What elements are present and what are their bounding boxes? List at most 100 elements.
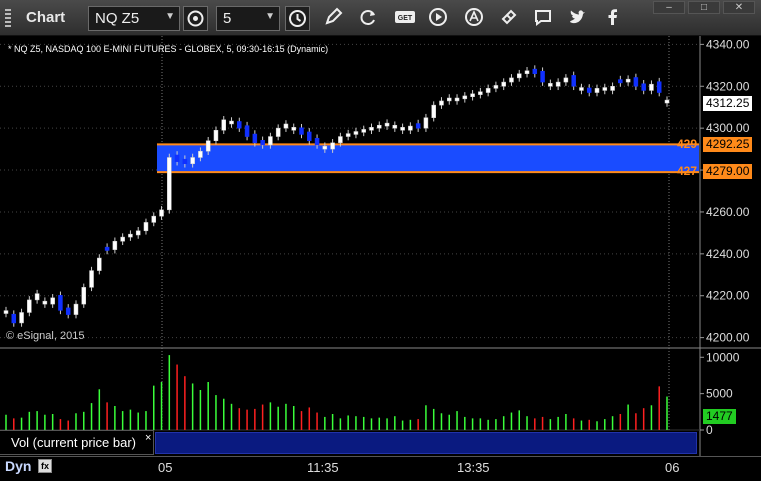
minimize-icon[interactable]: –	[653, 1, 685, 14]
maximize-icon[interactable]: □	[688, 1, 720, 14]
volume-value-tag: 1477	[703, 409, 736, 424]
candle-body	[27, 299, 32, 313]
time-axis-bar[interactable]	[0, 456, 761, 481]
candle-body	[369, 127, 374, 131]
price-tick-label: 4300.00	[706, 121, 750, 135]
dynamic-mode-label[interactable]: Dyn	[5, 458, 31, 474]
candle-body	[120, 236, 125, 242]
candle-body	[159, 209, 164, 217]
candle-body	[415, 123, 421, 129]
window-title[interactable]: Chart	[0, 4, 82, 32]
candle-body	[143, 222, 149, 232]
candle-body	[656, 81, 662, 93]
time-tick: 05	[158, 460, 173, 475]
candle-body	[307, 131, 312, 141]
drag-grip-icon[interactable]	[5, 9, 11, 27]
candle-body	[213, 130, 219, 141]
candle-body	[571, 75, 576, 87]
candle-body	[167, 157, 172, 211]
candle-body	[229, 120, 234, 125]
lock-icon[interactable]: fx	[38, 459, 52, 473]
price-tick-label: 4260.00	[706, 205, 750, 219]
clock-icon[interactable]	[285, 6, 310, 31]
facebook-icon[interactable]	[600, 6, 625, 31]
candle-body	[462, 95, 468, 100]
candle-body	[112, 241, 118, 250]
volume-tick-label: 10000	[706, 350, 740, 364]
price-tick-label: 4240.00	[706, 247, 750, 261]
candle-body	[174, 154, 180, 162]
chevron-down-icon[interactable]: ▼	[165, 11, 175, 22]
candle-body	[532, 68, 538, 74]
band-bottom-left-label: 427	[677, 164, 698, 178]
candle-body	[664, 99, 670, 104]
candle-body	[509, 77, 514, 83]
window-controls: – □ ✕	[653, 0, 757, 16]
window-title-text: Chart	[26, 9, 66, 26]
candle-body	[135, 230, 141, 236]
price-tick-label: 4220.00	[706, 289, 750, 303]
candle-body	[237, 121, 242, 129]
candle-body	[361, 129, 366, 133]
candle-body	[548, 83, 553, 87]
symbol-search-icon[interactable]	[183, 6, 208, 31]
refresh-icon[interactable]	[355, 6, 380, 31]
candle-body	[268, 136, 273, 146]
close-icon[interactable]: ×	[145, 432, 151, 444]
pencil-icon[interactable]	[320, 6, 345, 31]
chart-canvas[interactable]: 4200.004220.004240.004260.004280.004300.…	[0, 36, 761, 481]
volume-scroll-strip[interactable]	[155, 432, 697, 454]
volume-tick-label: 0	[706, 423, 713, 437]
price-tick-label: 4320.00	[706, 79, 750, 93]
candle-body	[501, 81, 506, 87]
band-top-price-tag: 4292.25	[703, 137, 753, 152]
get-icon[interactable]: GET	[392, 6, 417, 31]
chart-area[interactable]: 4200.004220.004240.004260.004280.004300.…	[0, 36, 761, 481]
comment-icon[interactable]	[530, 6, 555, 31]
candle-body	[314, 137, 320, 146]
candle-body	[73, 303, 79, 315]
candle-body	[330, 142, 335, 150]
candle-body	[291, 127, 296, 131]
candle-body	[649, 83, 654, 91]
interval-value: 5	[223, 10, 232, 27]
volume-study-label[interactable]: Vol (current price bar)	[0, 430, 154, 455]
volume-tick-label: 5000	[706, 387, 733, 401]
candle-body	[377, 124, 382, 129]
chevron-down-icon[interactable]: ▼	[265, 11, 275, 22]
candle-body	[198, 150, 203, 158]
candle-body	[190, 157, 195, 165]
candle-body	[104, 246, 110, 251]
candle-body	[633, 77, 639, 87]
candle-body	[594, 88, 600, 93]
candle-body	[516, 73, 522, 79]
time-tick: 11:35	[307, 460, 339, 475]
candle-body	[244, 125, 250, 137]
symbol-input[interactable]: NQ Z5 ▼	[88, 6, 180, 31]
price-tick-label: 4340.00	[706, 37, 750, 51]
link-icon[interactable]	[496, 6, 521, 31]
copyright-text: © eSignal, 2015	[6, 330, 85, 342]
band-top-left-label: 429	[677, 137, 698, 151]
candle-body	[322, 145, 328, 150]
close-icon[interactable]: ✕	[723, 1, 755, 14]
interval-input[interactable]: 5 ▼	[216, 6, 280, 31]
candle-body	[493, 85, 499, 89]
candle-body	[447, 97, 452, 102]
candle-body	[42, 300, 48, 305]
candle-body	[3, 310, 9, 314]
candle-body	[485, 88, 491, 93]
candle-body	[400, 127, 405, 131]
candle-body	[221, 119, 226, 131]
candle-body	[540, 70, 545, 83]
candle-body	[602, 87, 608, 91]
candle-body	[50, 297, 55, 305]
band-bottom-price-tag: 4279.00	[703, 164, 753, 179]
candle-body	[81, 287, 87, 305]
alert-icon[interactable]	[461, 6, 486, 31]
play-icon[interactable]	[425, 6, 450, 31]
twitter-icon[interactable]	[565, 6, 590, 31]
candle-body	[625, 78, 631, 83]
time-tick: 13:35	[457, 460, 490, 475]
candle-body	[182, 158, 188, 165]
